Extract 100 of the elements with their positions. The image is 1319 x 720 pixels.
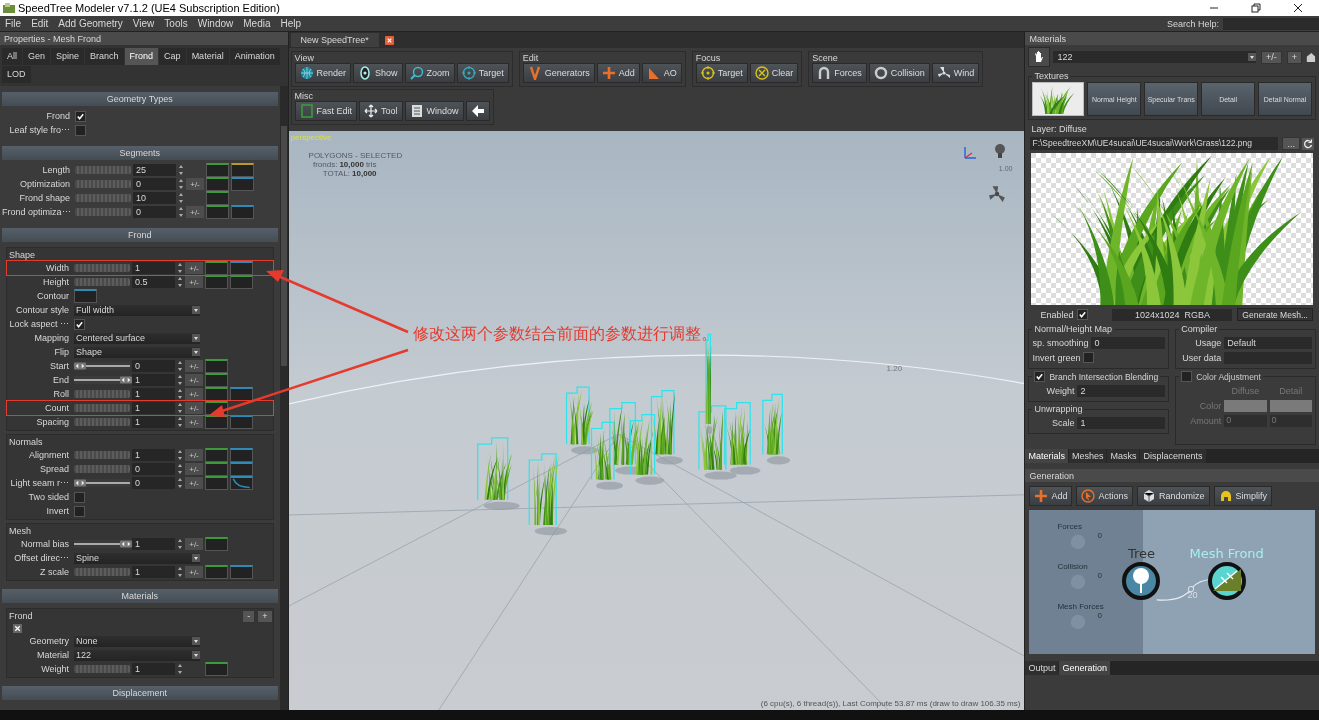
generation-button[interactable]: Actions: [1076, 486, 1133, 506]
spinner-icon[interactable]: [178, 164, 184, 176]
curve-swatch[interactable]: [230, 448, 253, 462]
section-header[interactable]: Materials: [2, 589, 278, 603]
properties-tab[interactable]: Animation: [229, 48, 280, 65]
dropdown[interactable]: 122: [74, 649, 200, 661]
toolbar-button[interactable]: Forces: [812, 63, 867, 83]
slider-track[interactable]: [74, 540, 130, 548]
number-field[interactable]: 2: [1077, 384, 1166, 397]
variance-button[interactable]: +/-: [185, 566, 203, 578]
curve-swatch[interactable]: [230, 261, 253, 275]
curve-swatch[interactable]: [230, 462, 253, 476]
document-tab[interactable]: New SpeedTree*: [290, 33, 379, 47]
dropdown[interactable]: Shape: [74, 346, 200, 358]
curve-swatch[interactable]: [205, 565, 228, 579]
curve-swatch[interactable]: [205, 261, 228, 275]
variance-button[interactable]: +/-: [185, 388, 203, 400]
number-field[interactable]: 1: [132, 388, 175, 400]
group-button[interactable]: -: [242, 609, 256, 623]
spinner-icon[interactable]: [177, 538, 183, 550]
panel-tab[interactable]: Meshes: [1068, 449, 1107, 463]
slider-track[interactable]: [74, 479, 130, 487]
scrollbar[interactable]: [279, 86, 288, 710]
curve-swatch[interactable]: [230, 565, 253, 579]
number-field[interactable]: 0: [132, 360, 175, 372]
color-swatch[interactable]: [1269, 399, 1312, 412]
properties-tab[interactable]: Material: [186, 48, 229, 65]
slider-handle[interactable]: [120, 540, 132, 548]
toolbar-button[interactable]: Tool: [359, 101, 403, 121]
checkbox[interactable]: [1083, 352, 1095, 363]
spinner-icon[interactable]: [177, 463, 183, 475]
toolbar-button[interactable]: Add: [596, 63, 640, 83]
spinner-icon[interactable]: [178, 178, 184, 190]
checkbox[interactable]: [75, 110, 86, 122]
curve-swatch[interactable]: [205, 448, 228, 462]
color-swatch[interactable]: [1224, 399, 1267, 412]
variance-button[interactable]: +/-: [185, 477, 203, 489]
number-field[interactable]: 1: [1077, 416, 1166, 429]
checkbox[interactable]: [74, 318, 85, 330]
number-field[interactable]: 0: [133, 178, 176, 190]
generate-mesh-button[interactable]: Generate Mesh...: [1237, 308, 1313, 321]
spinner-icon[interactable]: [177, 449, 183, 461]
curve-swatch[interactable]: [205, 476, 228, 490]
spinner-icon[interactable]: [177, 262, 183, 274]
curve-swatch[interactable]: [206, 163, 229, 177]
generation-button[interactable]: Simplify: [1213, 486, 1272, 506]
number-field[interactable]: 1: [132, 663, 175, 675]
menu-item[interactable]: Tools: [164, 18, 188, 29]
dropdown[interactable]: None: [74, 635, 200, 647]
spinner-icon[interactable]: [178, 206, 184, 218]
number-field[interactable]: 0: [132, 463, 175, 475]
frond-node-icon[interactable]: [1206, 561, 1247, 601]
node-graph[interactable]: Forces 0 Collision 0 Mesh Forces 0 20 Tree Mesh Frond: [1029, 510, 1315, 654]
menu-item[interactable]: Media: [243, 18, 271, 29]
toolbar-button[interactable]: Target: [695, 63, 748, 83]
toolbar-button[interactable]: Zoom: [404, 63, 455, 83]
fan-icon[interactable]: [988, 185, 1007, 203]
toolbar-button[interactable]: [465, 101, 490, 121]
dropdown[interactable]: Default: [1224, 336, 1312, 349]
material-dropdown[interactable]: 122: [1053, 51, 1256, 63]
refresh-icon[interactable]: [1302, 137, 1314, 150]
close-icon[interactable]: [1293, 3, 1303, 13]
menu-item[interactable]: File: [5, 18, 22, 29]
checkbox[interactable]: [74, 491, 85, 503]
toolbar-button[interactable]: Window: [404, 101, 464, 121]
slider-handle[interactable]: [74, 362, 86, 370]
number-field[interactable]: 1: [132, 566, 175, 578]
spinner-icon[interactable]: [177, 360, 183, 372]
toolbar-button[interactable]: Render: [294, 63, 352, 83]
number-field[interactable]: 1: [132, 538, 175, 550]
slider-handle[interactable]: [120, 376, 132, 384]
curve-swatch[interactable]: [231, 205, 254, 219]
curve-swatch[interactable]: [74, 289, 97, 303]
number-field[interactable]: 0.5: [132, 276, 175, 288]
number-field[interactable]: 1: [132, 374, 175, 386]
close-icon[interactable]: [384, 35, 394, 45]
toolbar-button[interactable]: Wind: [931, 63, 980, 83]
section-header[interactable]: Geometry Types: [2, 92, 278, 106]
variance-button[interactable]: +/-: [185, 416, 203, 428]
number-field[interactable]: 1: [132, 449, 175, 461]
curve-swatch[interactable]: [205, 462, 228, 476]
variance-button[interactable]: +/-: [186, 178, 204, 190]
path-field[interactable]: F:\SpeedtreeXM\UE4sucai\UE4sucai\Work\Grass\122.png: [1030, 137, 1279, 150]
curve-swatch[interactable]: [205, 359, 228, 373]
curve-swatch[interactable]: [206, 205, 229, 219]
toolbar-button[interactable]: Clear: [749, 63, 799, 83]
curve-swatch[interactable]: [206, 191, 229, 205]
number-field[interactable]: 10: [133, 192, 176, 204]
panel-tab[interactable]: Displacements: [1140, 449, 1206, 463]
checkbox[interactable]: [1181, 371, 1193, 382]
spinner-icon[interactable]: [177, 566, 183, 578]
number-field[interactable]: 0: [133, 206, 176, 218]
variance-button[interactable]: +/-: [185, 449, 203, 461]
panel-tab[interactable]: Output: [1025, 661, 1059, 675]
toolbar-button[interactable]: Collision: [868, 63, 930, 83]
variance-button[interactable]: +/-: [185, 276, 203, 288]
tree-node-icon[interactable]: [1121, 561, 1162, 601]
properties-tab[interactable]: Gen: [23, 48, 51, 65]
toolbar-button[interactable]: AO: [641, 63, 682, 83]
search-help-field[interactable]: [1223, 17, 1319, 30]
